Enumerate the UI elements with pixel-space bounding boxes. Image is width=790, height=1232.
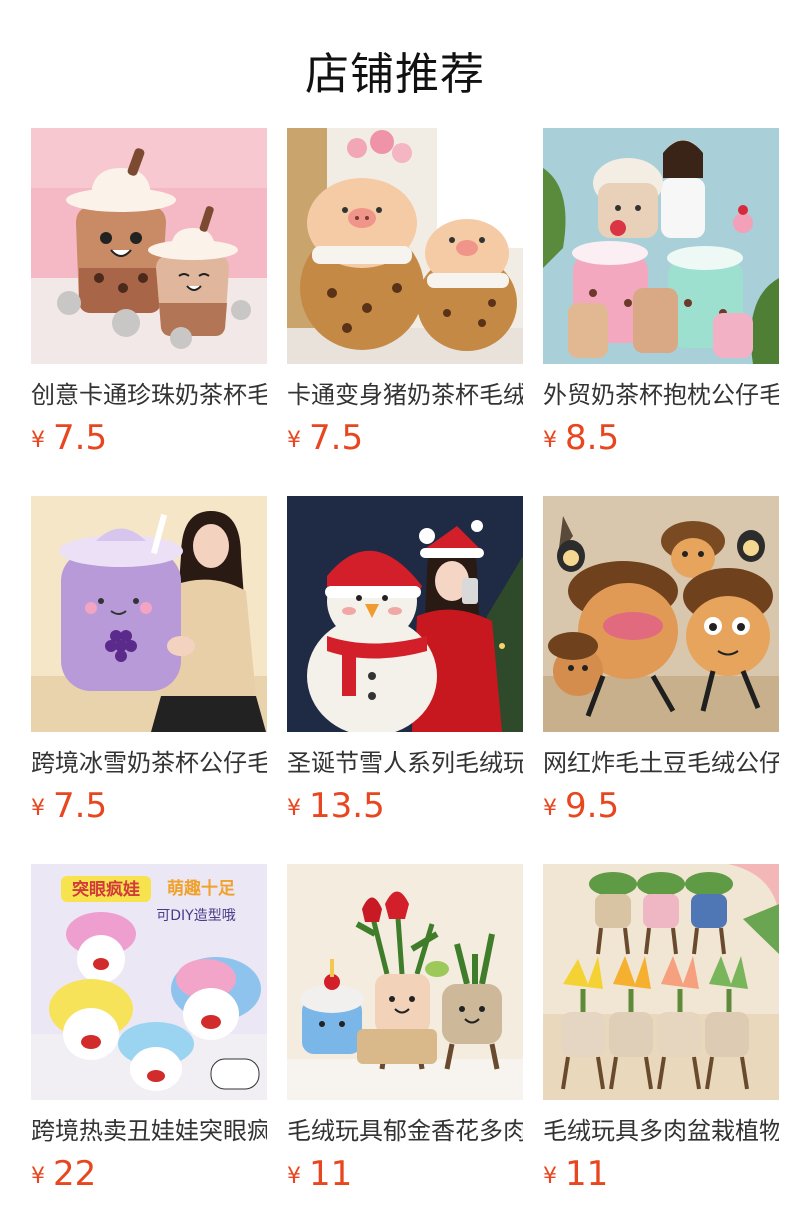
currency-symbol: ¥ bbox=[543, 428, 557, 453]
currency-symbol: ¥ bbox=[31, 796, 45, 821]
product-image[interactable] bbox=[543, 496, 779, 732]
product-card[interactable]: 外贸奶茶杯抱枕公仔毛绒玩具 ¥8.5 bbox=[543, 128, 779, 464]
product-image[interactable] bbox=[287, 496, 523, 732]
price-value: 13.5 bbox=[309, 786, 385, 826]
product-price: ¥8.5 bbox=[543, 418, 779, 464]
product-image[interactable]: 突眼疯娃 萌趣十足 可DIY造型哦 bbox=[31, 864, 267, 1100]
price-value: 7.5 bbox=[309, 418, 364, 458]
currency-symbol: ¥ bbox=[543, 1164, 557, 1189]
crazy-doll-banner: 突眼疯娃 bbox=[72, 879, 140, 900]
currency-symbol: ¥ bbox=[31, 428, 45, 453]
product-price: ¥7.5 bbox=[31, 786, 267, 832]
price-value: 9.5 bbox=[565, 786, 620, 826]
product-name[interactable]: 网红炸毛土豆毛绒公仔玩具 bbox=[543, 746, 779, 780]
product-name[interactable]: 跨境冰雪奶茶杯公仔毛绒玩具 bbox=[31, 746, 267, 780]
product-name[interactable]: 外贸奶茶杯抱枕公仔毛绒玩具 bbox=[543, 378, 779, 412]
product-name[interactable]: 跨境热卖丑娃娃突眼疯娃毛绒 bbox=[31, 1114, 267, 1148]
product-name[interactable]: 创意卡通珍珠奶茶杯毛绒公仔 bbox=[31, 378, 267, 412]
price-value: 8.5 bbox=[565, 418, 620, 458]
product-name[interactable]: 毛绒玩具多肉盆栽植物公仔 bbox=[543, 1114, 779, 1148]
section-title: 店铺推荐 bbox=[305, 49, 485, 100]
currency-symbol: ¥ bbox=[287, 796, 301, 821]
price-value: 22 bbox=[53, 1154, 97, 1194]
product-card[interactable]: 突眼疯娃 萌趣十足 可DIY造型哦 跨境热卖丑娃娃突眼疯 ¥ 22 bbox=[31, 864, 267, 1200]
product-card[interactable]: 毛绒玩具郁金香花多肉盆栽 ¥11 bbox=[287, 864, 523, 1200]
product-image[interactable] bbox=[31, 496, 267, 732]
crazy-doll-slogan: 萌趣十足 bbox=[167, 878, 235, 899]
product-price: ¥7.5 bbox=[31, 418, 267, 464]
product-price: ¥22 bbox=[31, 1154, 267, 1200]
product-price: ¥7.5 bbox=[287, 418, 523, 464]
product-card[interactable]: 跨境冰雪奶茶杯公仔毛绒玩具 ¥7.5 bbox=[31, 496, 267, 832]
price-value: 11 bbox=[309, 1154, 353, 1194]
currency-symbol: ¥ bbox=[287, 1164, 301, 1189]
price-value: 7.5 bbox=[53, 786, 108, 826]
shop-recommendation-page: 店铺推荐 创意卡通珍珠奶茶杯毛 ¥ 7.5 卡通变身猪奶茶杯毛绒 ¥ 7.5 外… bbox=[0, 0, 790, 1232]
product-image[interactable] bbox=[287, 128, 523, 364]
product-name[interactable]: 圣诞节雪人系列毛绒玩具公仔 bbox=[287, 746, 523, 780]
currency-symbol: ¥ bbox=[287, 428, 301, 453]
product-image[interactable] bbox=[543, 864, 779, 1100]
product-name[interactable]: 毛绒玩具郁金香花多肉盆栽 bbox=[287, 1114, 523, 1148]
price-value: 7.5 bbox=[53, 418, 108, 458]
product-card[interactable]: 圣诞节雪人系列毛绒玩具公仔 ¥13.5 bbox=[287, 496, 523, 832]
crazy-doll-sub: 可DIY造型哦 bbox=[156, 908, 235, 924]
product-price: ¥11 bbox=[543, 1154, 779, 1200]
product-price: ¥13.5 bbox=[287, 786, 523, 832]
product-card[interactable]: 毛绒玩具多肉盆栽植物公仔 ¥11 bbox=[543, 864, 779, 1200]
product-image[interactable] bbox=[287, 864, 523, 1100]
product-name[interactable]: 卡通变身猪奶茶杯毛绒公仔 bbox=[287, 378, 523, 412]
product-image[interactable] bbox=[31, 128, 267, 364]
product-image[interactable] bbox=[543, 128, 779, 364]
price-value: 11 bbox=[565, 1154, 609, 1194]
product-price: ¥9.5 bbox=[543, 786, 779, 832]
product-card[interactable]: 创意卡通珍珠奶茶杯毛绒公仔 ¥7.5 bbox=[31, 128, 267, 464]
currency-symbol: ¥ bbox=[31, 1164, 45, 1189]
product-card[interactable]: 卡通变身猪奶茶杯毛绒公仔 ¥7.5 bbox=[287, 128, 523, 464]
product-card[interactable]: 网红炸毛土豆毛绒公仔玩具 ¥9.5 bbox=[543, 496, 779, 832]
currency-symbol: ¥ bbox=[543, 796, 557, 821]
product-price: ¥11 bbox=[287, 1154, 523, 1200]
